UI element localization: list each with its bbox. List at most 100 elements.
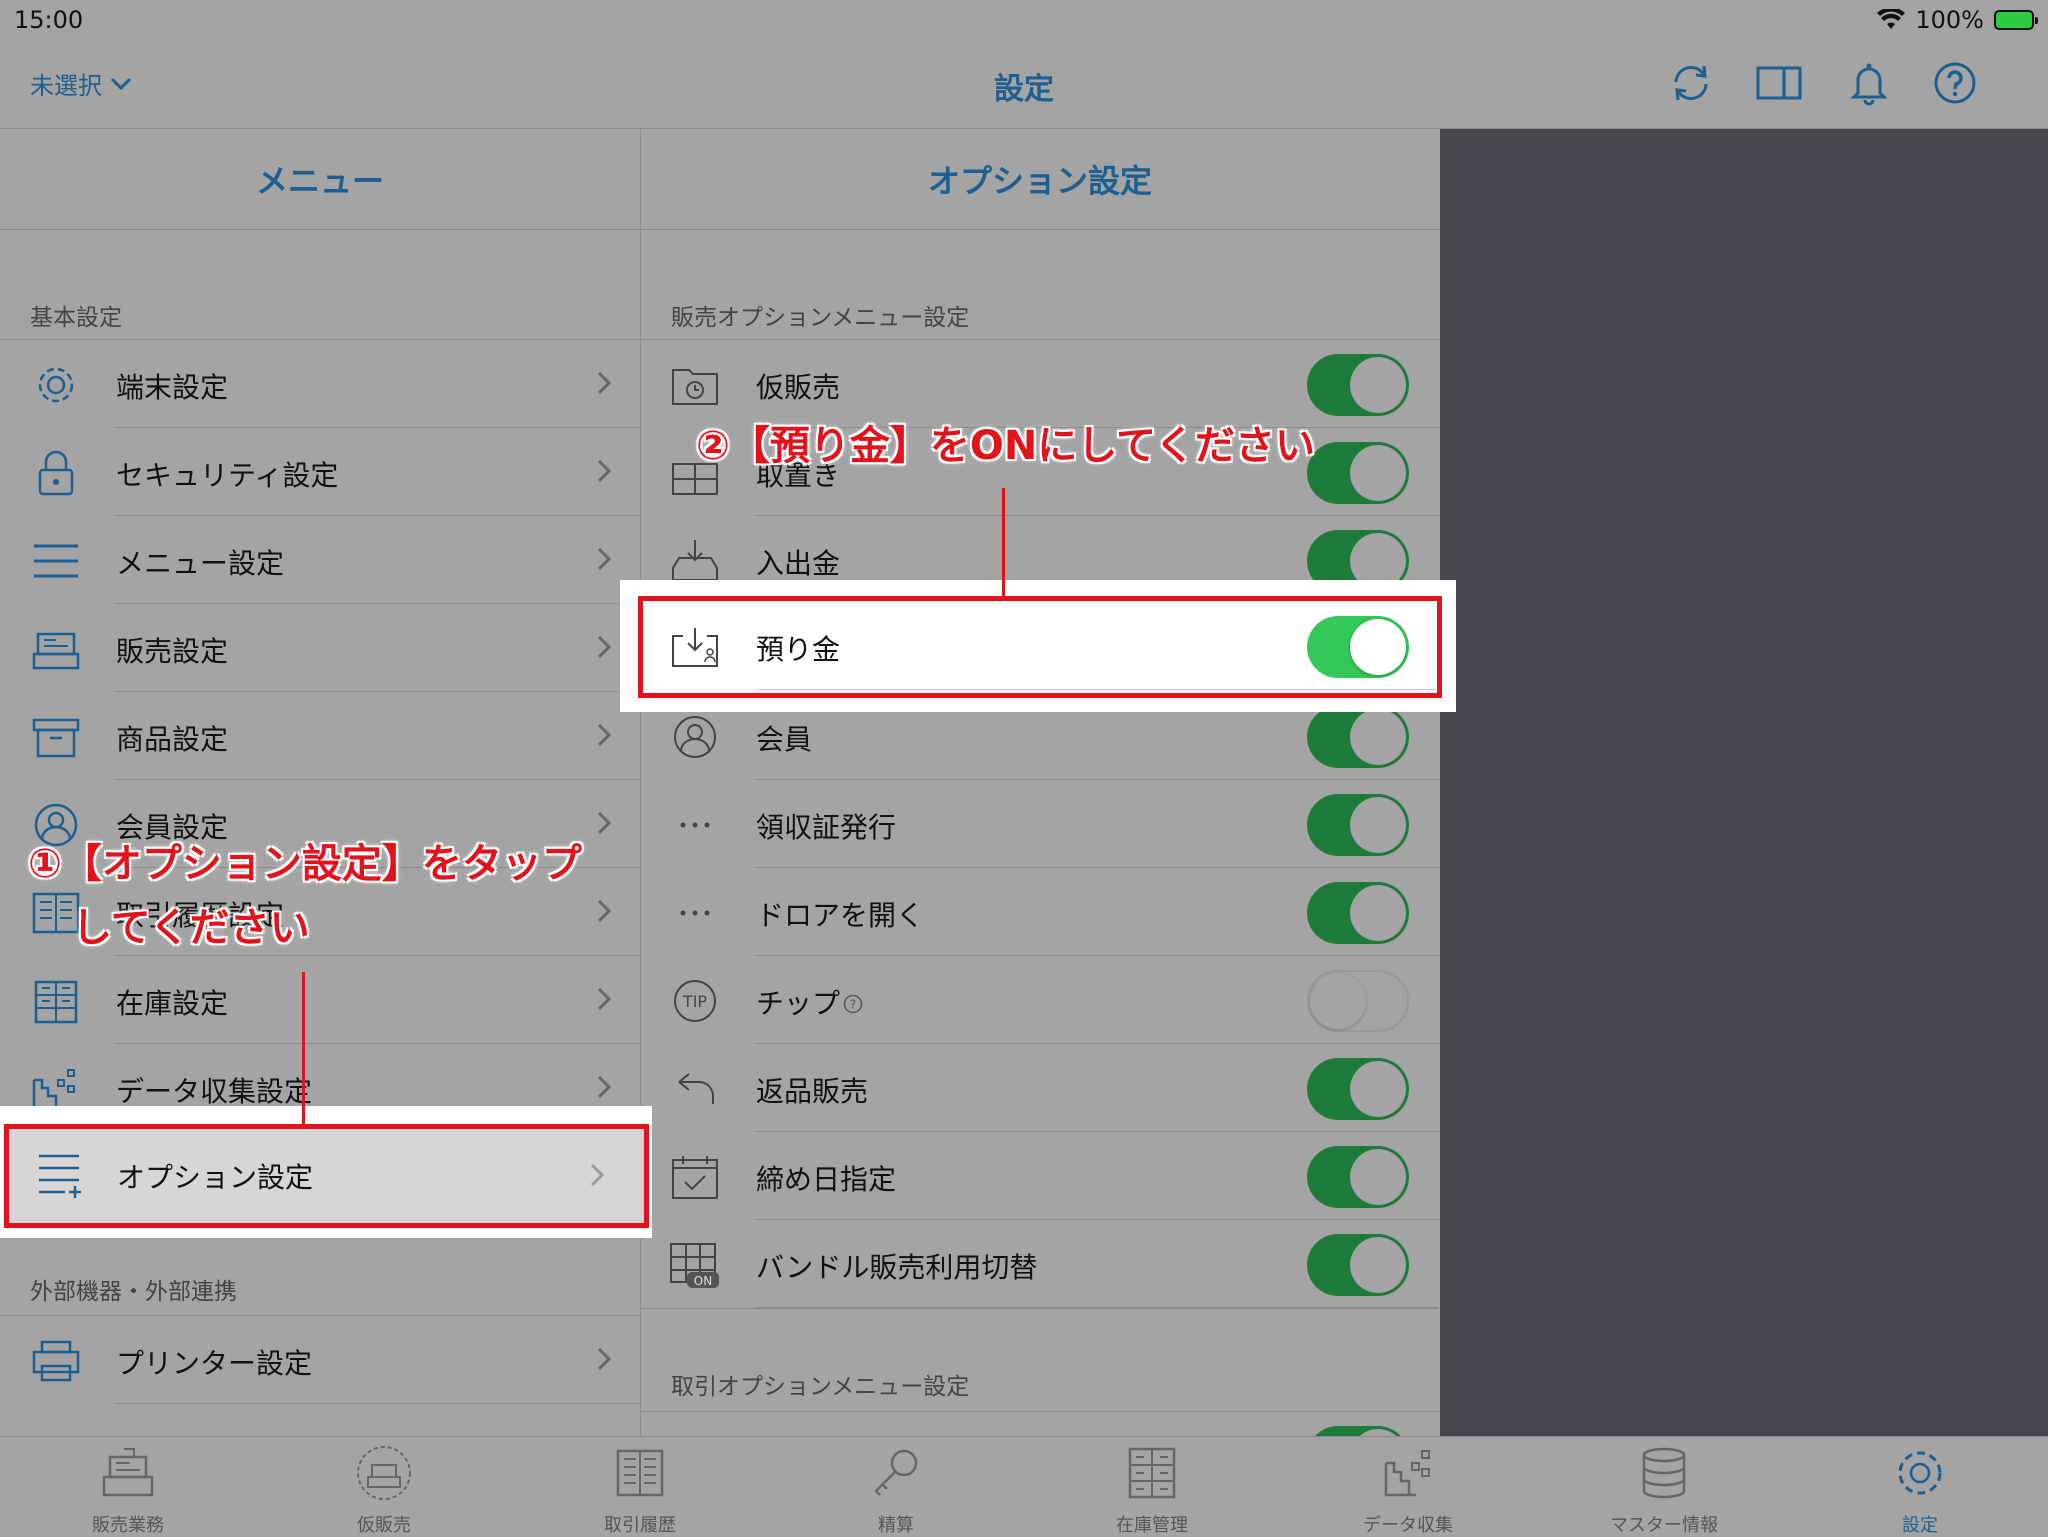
menu-item-label: 販売設定 xyxy=(116,635,229,668)
return-icon xyxy=(678,1073,714,1104)
annotation-line-step1 xyxy=(302,972,305,1124)
menu-item-label: セキュリティ設定 xyxy=(116,459,339,492)
toggle-transaction-first[interactable] xyxy=(1307,1426,1409,1436)
option-label: ドロアを開く xyxy=(756,899,925,932)
toggle-hold[interactable] xyxy=(1307,442,1409,504)
option-row-bundle: ON バンドル販売利用切替 xyxy=(641,1220,1439,1308)
svg-text:?: ? xyxy=(850,998,856,1012)
tab-inventory[interactable]: 在庫管理 xyxy=(1024,1437,1280,1537)
tab-sales[interactable]: 販売業務 xyxy=(0,1437,256,1537)
chevron-right-icon xyxy=(597,899,612,923)
tray-download-icon xyxy=(672,540,718,581)
highlight-box-options xyxy=(4,1124,649,1228)
menu-item-label: 商品設定 xyxy=(116,723,229,756)
menu-item-label: データ収集設定 xyxy=(116,1075,313,1108)
split-view-icon[interactable] xyxy=(1756,60,1802,106)
sync-icon[interactable] xyxy=(1668,60,1714,106)
nav-bar: 未選択 設定 xyxy=(0,40,2048,129)
help-icon[interactable] xyxy=(1932,60,1978,106)
inventory-icon xyxy=(1128,1447,1176,1499)
svg-text:TIP: TIP xyxy=(682,992,707,1011)
section-sales-options: 販売オプションメニュー設定 xyxy=(641,230,1439,340)
annotation-step2: ②【預り金】をONにしてください xyxy=(696,423,1315,469)
option-row-return: 返品販売 xyxy=(641,1044,1439,1132)
option-row-receipt: 領収証発行 xyxy=(641,780,1439,868)
menu-item-security[interactable]: セキュリティ設定 xyxy=(0,428,640,516)
menu-item-menu[interactable]: メニュー設定 xyxy=(0,516,640,604)
annotation-line-step2 xyxy=(1002,488,1005,596)
menu-item-inventory[interactable]: 在庫設定 xyxy=(0,956,640,1044)
wifi-icon xyxy=(1877,9,1906,29)
bell-icon[interactable] xyxy=(1846,60,1892,106)
option-label: 領収証発行 xyxy=(756,811,897,844)
options-header: オプション設定 xyxy=(641,129,1439,230)
history-icon xyxy=(616,1449,664,1497)
data-collect-icon xyxy=(1384,1450,1430,1497)
battery-icon xyxy=(1994,10,2038,30)
toggle-return[interactable] xyxy=(1307,1058,1409,1120)
options-panel: オプション設定 販売オプションメニュー設定 仮販売 取置き 入出金 会員 領収証… xyxy=(641,129,1439,1436)
svg-text:ON: ON xyxy=(694,1274,712,1288)
menu-item-label: 在庫設定 xyxy=(116,987,229,1020)
toggle-member[interactable] xyxy=(1307,706,1409,768)
toggle-closing-date[interactable] xyxy=(1307,1146,1409,1208)
detail-pane xyxy=(1440,129,2048,1436)
option-row-temp-sale: 仮販売 xyxy=(641,340,1439,428)
more-icon xyxy=(680,822,710,828)
menu-item-sales[interactable]: 販売設定 xyxy=(0,604,640,692)
highlight-box-deposit xyxy=(638,596,1442,698)
register-icon xyxy=(32,632,80,670)
tip-icon: TIP xyxy=(674,980,716,1022)
chevron-right-icon xyxy=(597,723,612,747)
section-transaction-options: 取引オプションメニュー設定 xyxy=(641,1308,1439,1412)
menu-item-printer[interactable]: プリンター設定 xyxy=(0,1316,640,1404)
tab-data-collection[interactable]: データ収集 xyxy=(1280,1437,1536,1537)
menu-item-label: 端末設定 xyxy=(116,371,229,404)
list-icon xyxy=(34,544,78,578)
folder-clock-icon xyxy=(672,369,718,405)
tab-master-info[interactable]: マスター情報 xyxy=(1536,1437,1792,1537)
option-label: バンドル販売利用切替 xyxy=(756,1251,1038,1284)
user-icon xyxy=(674,716,716,758)
tab-temp-sale[interactable]: 仮販売 xyxy=(256,1437,512,1537)
menu-item-product[interactable]: 商品設定 xyxy=(0,692,640,780)
status-bar: 15:00 100% xyxy=(0,0,2048,40)
toggle-receipt[interactable] xyxy=(1307,794,1409,856)
tab-history[interactable]: 取引履歴 xyxy=(512,1437,768,1537)
menu-header: メニュー xyxy=(0,129,640,230)
tab-label: 仮販売 xyxy=(357,1515,411,1536)
chevron-right-icon xyxy=(597,811,612,835)
toggle-temp-sale[interactable] xyxy=(1307,354,1409,416)
inventory-icon xyxy=(34,980,78,1024)
chevron-right-icon xyxy=(597,987,612,1011)
tab-label: 取引履歴 xyxy=(604,1515,676,1536)
chevron-right-icon xyxy=(597,371,612,395)
help-icon[interactable]: ? xyxy=(843,994,863,1014)
printer-icon xyxy=(32,1340,80,1382)
menu-item-label: プリンター設定 xyxy=(116,1347,313,1380)
page-title: 設定 xyxy=(994,72,1054,107)
tab-settlement[interactable]: 精算 xyxy=(768,1437,1024,1537)
gear-icon xyxy=(1898,1451,1942,1495)
menu-item-device[interactable]: 端末設定 xyxy=(0,340,640,428)
toggle-tip[interactable] xyxy=(1307,970,1409,1032)
annotation-step1-line1: ①【オプション設定】をタップ xyxy=(28,841,582,887)
annotation-step1-line2: してください xyxy=(72,905,310,951)
toggle-drawer[interactable] xyxy=(1307,882,1409,944)
gear-icon xyxy=(38,367,74,403)
menu-item-label: メニュー設定 xyxy=(116,547,285,580)
option-label: 返品販売 xyxy=(756,1075,869,1108)
tab-settings[interactable]: 設定 xyxy=(1792,1437,2048,1537)
status-time: 15:00 xyxy=(14,6,84,34)
chevron-right-icon xyxy=(597,635,612,659)
battery-percent: 100% xyxy=(1915,6,1984,34)
toggle-bundle[interactable] xyxy=(1307,1234,1409,1296)
option-row-drawer: ドロアを開く xyxy=(641,868,1439,956)
option-label: 入出金 xyxy=(756,547,841,580)
option-label: チップ xyxy=(756,987,841,1020)
chevron-right-icon xyxy=(597,459,612,483)
option-row-tip: TIP チップ ? xyxy=(641,956,1439,1044)
database-icon xyxy=(1642,1447,1686,1499)
tab-bar: 販売業務 仮販売 取引履歴 精算 在庫管理 データ収集 マスター情報 設定 xyxy=(0,1436,2048,1537)
option-row-closing-date: 締め日指定 xyxy=(641,1132,1439,1220)
